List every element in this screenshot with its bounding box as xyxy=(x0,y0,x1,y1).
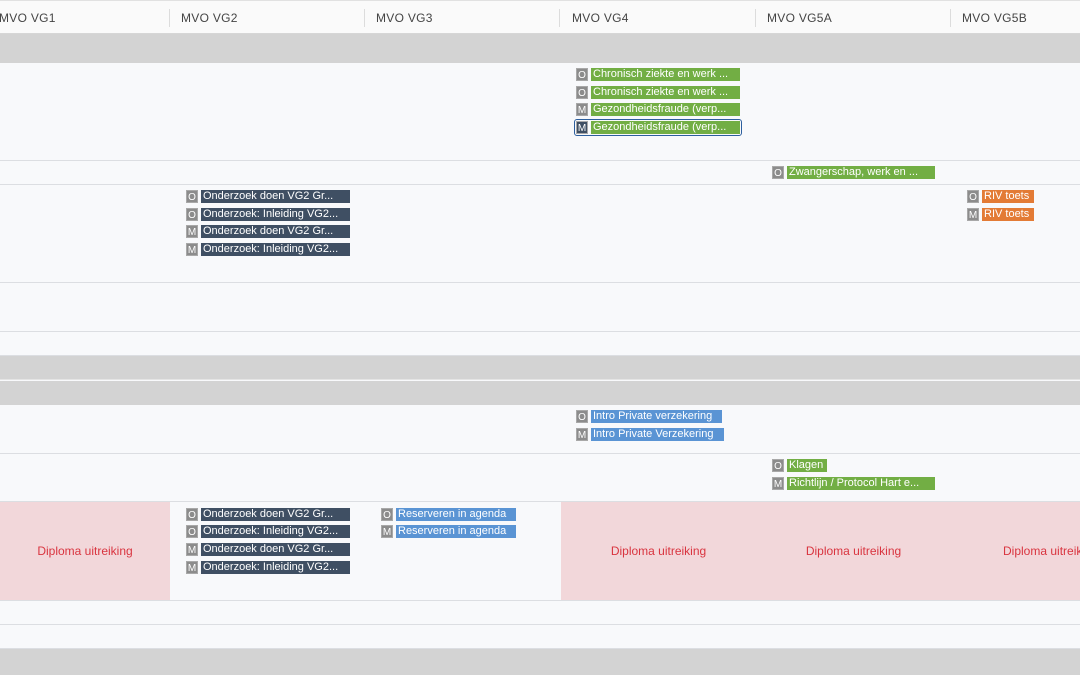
diploma-cell-vg1[interactable]: Diploma uitreiking xyxy=(0,502,170,600)
diploma-cell-vg4[interactable]: Diploma uitreiking xyxy=(561,502,756,600)
event-type-badge: M xyxy=(967,208,979,221)
calendar-event[interactable]: O Onderzoek doen VG2 Gr... xyxy=(186,190,350,203)
column-header-vg4[interactable]: MVO VG4 xyxy=(561,1,756,34)
calendar-event[interactable]: O Zwangerschap, werk en ... xyxy=(772,166,935,179)
event-type-badge: O xyxy=(381,508,393,521)
event-type-badge: M xyxy=(186,225,198,238)
calendar-event[interactable]: M Intro Private Verzekering xyxy=(576,428,724,441)
event-title: Chronisch ziekte en werk ... xyxy=(591,68,740,81)
calendar-event[interactable]: M Reserveren in agenda xyxy=(381,525,516,538)
event-title: RIV toets xyxy=(982,190,1034,203)
diploma-cell-vg5b[interactable]: Diploma uitreiking xyxy=(951,502,1080,600)
event-title: Gezondheidsfraude (verp... xyxy=(591,121,740,134)
calendar-event[interactable]: O Intro Private verzekering xyxy=(576,410,722,423)
week-group-header xyxy=(0,34,1080,63)
calendar-event[interactable]: O Onderzoek: Inleiding VG2... xyxy=(186,525,350,538)
calendar-event[interactable]: M Gezondheidsfraude (verp... xyxy=(576,103,740,116)
column-header-vg1[interactable]: MVO VG1 xyxy=(0,1,170,34)
calendar-event[interactable]: O Chronisch ziekte en werk ... xyxy=(576,68,740,81)
calendar-event[interactable]: O Chronisch ziekte en werk ... xyxy=(576,86,740,99)
week-group-header xyxy=(0,381,1080,405)
column-header-vg5a[interactable]: MVO VG5A xyxy=(756,1,951,34)
event-title: Onderzoek doen VG2 Gr... xyxy=(201,508,350,521)
event-type-badge: M xyxy=(576,428,588,441)
event-title: Klagen xyxy=(787,459,827,472)
column-header-row: MVO VG1 MVO VG2 MVO VG3 MVO VG4 MVO VG5A… xyxy=(0,0,1080,34)
event-title: Gezondheidsfraude (verp... xyxy=(591,103,740,116)
event-title: RIV toets xyxy=(982,208,1034,221)
event-title: Zwangerschap, werk en ... xyxy=(787,166,935,179)
calendar-row[interactable] xyxy=(0,63,1080,161)
event-type-badge: O xyxy=(576,410,588,423)
calendar-event-selected[interactable]: M Gezondheidsfraude (verp... xyxy=(574,119,742,136)
calendar-row[interactable] xyxy=(0,185,1080,283)
week-group-header xyxy=(0,649,1080,675)
event-type-badge: O xyxy=(576,86,588,99)
event-title: Intro Private Verzekering xyxy=(591,428,724,441)
event-title: Richtlijn / Protocol Hart e... xyxy=(787,477,935,490)
calendar-event[interactable]: M Onderzoek doen VG2 Gr... xyxy=(186,225,350,238)
calendar-event[interactable]: O Onderzoek doen VG2 Gr... xyxy=(186,508,350,521)
diploma-label: Diploma uitreiking xyxy=(610,544,707,558)
calendar-event[interactable]: O RIV toets xyxy=(967,190,1034,203)
calendar-event[interactable]: O Klagen xyxy=(772,459,827,472)
column-header-vg2[interactable]: MVO VG2 xyxy=(170,1,365,34)
event-title: Onderzoek: Inleiding VG2... xyxy=(201,243,350,256)
event-type-badge: M xyxy=(576,121,588,134)
event-title: Onderzoek doen VG2 Gr... xyxy=(201,225,350,238)
diploma-cell-vg5a[interactable]: Diploma uitreiking xyxy=(756,502,951,600)
diploma-label: Diploma uitreiking xyxy=(37,544,133,558)
event-type-badge: M xyxy=(381,525,393,538)
event-title: Onderzoek doen VG2 Gr... xyxy=(201,543,350,556)
event-type-badge: O xyxy=(576,68,588,81)
event-title: Reserveren in agenda xyxy=(396,525,516,538)
event-title: Reserveren in agenda xyxy=(396,508,516,521)
event-title: Onderzoek: Inleiding VG2... xyxy=(201,208,350,221)
calendar-event[interactable]: M Richtlijn / Protocol Hart e... xyxy=(772,477,935,490)
calendar-row[interactable] xyxy=(0,405,1080,454)
column-header-vg5b[interactable]: MVO VG5B xyxy=(951,1,1080,34)
week-group-header xyxy=(0,356,1080,380)
event-type-badge: O xyxy=(186,190,198,203)
calendar-row[interactable] xyxy=(0,625,1080,649)
calendar-event[interactable]: M Onderzoek: Inleiding VG2... xyxy=(186,561,350,574)
event-type-badge: M xyxy=(772,477,784,490)
calendar-event[interactable]: O Reserveren in agenda xyxy=(381,508,516,521)
calendar-row[interactable] xyxy=(0,332,1080,356)
event-type-badge: O xyxy=(186,208,198,221)
calendar-event[interactable]: M Onderzoek: Inleiding VG2... xyxy=(186,243,350,256)
event-type-badge: O xyxy=(772,166,784,179)
column-divider xyxy=(559,9,560,27)
event-type-badge: O xyxy=(772,459,784,472)
event-title: Intro Private verzekering xyxy=(591,410,722,423)
calendar-event[interactable]: M Onderzoek doen VG2 Gr... xyxy=(186,543,350,556)
diploma-label: Diploma uitreiking xyxy=(805,544,902,558)
calendar-row[interactable] xyxy=(0,601,1080,625)
calendar-row[interactable] xyxy=(0,283,1080,332)
event-type-badge: M xyxy=(186,561,198,574)
event-type-badge: O xyxy=(186,525,198,538)
event-type-badge: M xyxy=(576,103,588,116)
event-type-badge: O xyxy=(186,508,198,521)
calendar-event[interactable]: M RIV toets xyxy=(967,208,1034,221)
column-header-vg3[interactable]: MVO VG3 xyxy=(365,1,560,34)
event-type-badge: M xyxy=(186,543,198,556)
calendar-event[interactable]: O Onderzoek: Inleiding VG2... xyxy=(186,208,350,221)
event-title: Onderzoek doen VG2 Gr... xyxy=(201,190,350,203)
event-title: Onderzoek: Inleiding VG2... xyxy=(201,561,350,574)
diploma-label: Diploma uitreiking xyxy=(1003,544,1080,558)
event-title: Onderzoek: Inleiding VG2... xyxy=(201,525,350,538)
event-type-badge: O xyxy=(967,190,979,203)
event-type-badge: M xyxy=(186,243,198,256)
event-title: Chronisch ziekte en werk ... xyxy=(591,86,740,99)
